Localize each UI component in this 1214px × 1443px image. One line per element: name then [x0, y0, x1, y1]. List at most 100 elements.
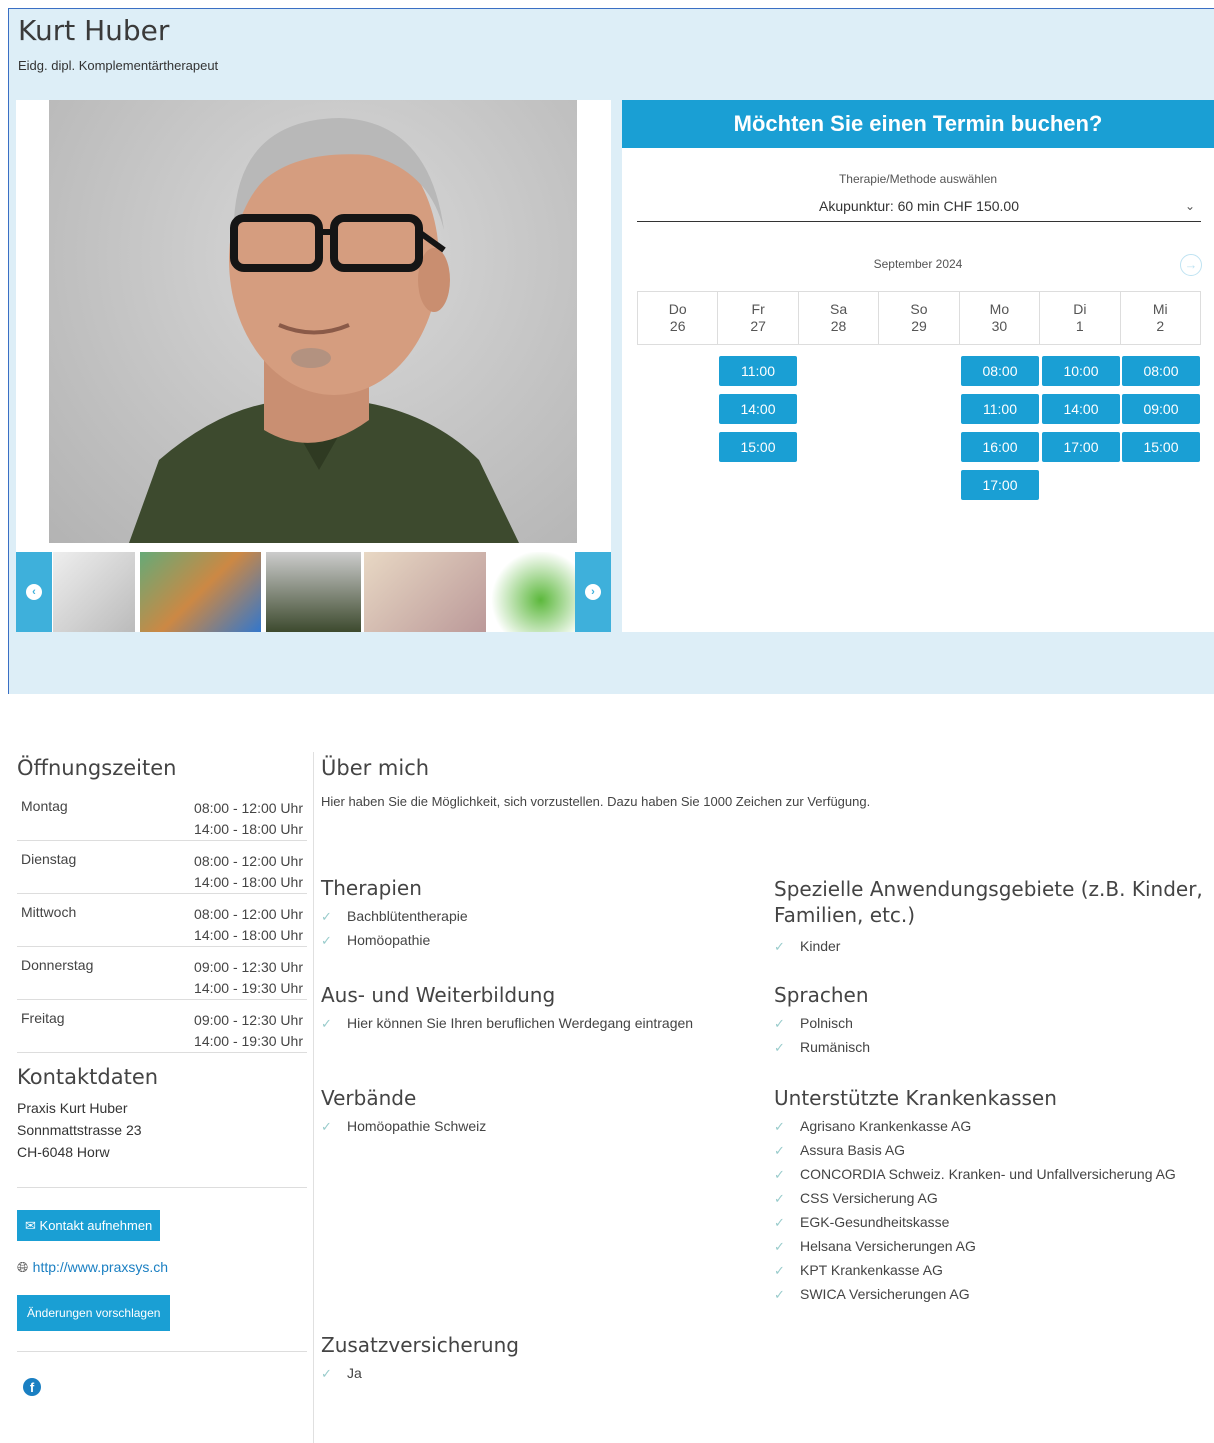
time-slot-button[interactable]: 11:00	[719, 356, 797, 386]
address-line: CH-6048 Horw	[17, 1144, 110, 1160]
opening-hours-title: Öffnungszeiten	[17, 756, 177, 780]
associations-section: Verbände ✓ Homöopathie Schweiz	[321, 1086, 761, 1138]
chevron-down-icon: ⌄	[1184, 199, 1195, 213]
list-item: ✓ Kinder	[774, 934, 1204, 958]
facebook-icon[interactable]: f	[23, 1378, 41, 1396]
about-text: Hier haben Sie die Möglichkeit, sich vor…	[321, 794, 871, 809]
list-item: ✓ SWICA Versicherungen AG	[774, 1282, 1204, 1306]
check-icon: ✓	[774, 1191, 785, 1206]
time-slot-button[interactable]: 15:00	[719, 432, 797, 462]
column-divider	[313, 752, 314, 1443]
address-line: Sonnmattstrasse 23	[17, 1122, 142, 1138]
next-month-button[interactable]: →	[1180, 254, 1202, 276]
time-slot-button[interactable]: 17:00	[961, 470, 1039, 500]
time-slot-button[interactable]: 08:00	[961, 356, 1039, 386]
languages-title: Sprachen	[774, 983, 869, 1007]
suggest-button-wrap: Änderungen vorschlagen	[17, 1295, 307, 1331]
thumbnail-collage[interactable]	[140, 552, 261, 632]
chevron-left-icon: ‹	[26, 584, 42, 600]
check-icon: ✓	[774, 1215, 785, 1230]
therapies-title: Therapien	[321, 876, 422, 900]
day-column-header: Do 26	[638, 292, 719, 344]
sidebar: Öffnungszeiten Montag 08:00 - 12:00 Uhr 1…	[17, 756, 307, 1396]
check-icon: ✓	[774, 1040, 785, 1055]
website-link[interactable]: http://www.praxsys.ch	[33, 1259, 168, 1275]
hours-time: 08:00 - 12:00 Uhr 14:00 - 18:00 Uhr	[194, 906, 303, 943]
therapy-select[interactable]: Akupunktur: 60 min CHF 150.00 ⌄	[637, 194, 1201, 222]
time-slot-button[interactable]: 09:00	[1122, 394, 1200, 424]
list-item: ✓ Agrisano Krankenkasse AG	[774, 1114, 1204, 1138]
gallery-next-button[interactable]: ›	[575, 552, 611, 632]
check-icon: ✓	[321, 1016, 332, 1031]
check-icon: ✓	[321, 1366, 332, 1381]
hours-time: 09:00 - 12:30 Uhr 14:00 - 19:30 Uhr	[194, 1012, 303, 1049]
globe-icon: 🌐︎	[17, 1259, 29, 1275]
list-item: ✓ EGK-Gesundheitskasse	[774, 1210, 1204, 1234]
list-item: ✓ Homöopathie Schweiz	[321, 1114, 761, 1138]
time-slot-button[interactable]: 17:00	[1042, 432, 1120, 462]
thumbnail-practice-room[interactable]	[364, 552, 486, 632]
contact-button-label: Kontakt aufnehmen	[39, 1218, 153, 1233]
suggest-changes-button[interactable]: Änderungen vorschlagen	[17, 1295, 171, 1331]
day-column-header: Di 1	[1040, 292, 1121, 344]
time-slot-button[interactable]: 08:00	[1122, 356, 1200, 386]
chevron-right-icon: ›	[585, 584, 601, 600]
about-title: Über mich	[321, 756, 430, 780]
check-icon: ✓	[321, 933, 332, 948]
check-icon: ✓	[774, 1167, 785, 1182]
thumbnail-portrait[interactable]	[266, 552, 361, 632]
languages-section: Sprachen ✓ Polnisch ✓ Rumänisch	[774, 983, 1204, 1059]
supplementary-insurance-section: Zusatzversicherung ✓ Ja	[321, 1333, 761, 1385]
hours-row: Mittwoch 08:00 - 12:00 Uhr 14:00 - 18:00 …	[17, 894, 307, 947]
hours-day: Donnerstag	[21, 957, 94, 973]
thumbnail-zen-stones[interactable]	[53, 552, 135, 632]
therapy-select-value: Akupunktur: 60 min CHF 150.00	[819, 198, 1019, 214]
check-icon: ✓	[321, 909, 332, 924]
check-icon: ✓	[774, 1119, 785, 1134]
main-portrait-photo	[49, 100, 577, 543]
gallery-prev-button[interactable]: ‹	[16, 552, 52, 632]
contact-address: Praxis Kurt Huber Sonnmattstrasse 23 CH-…	[17, 1097, 307, 1163]
list-item: ✓ Rumänisch	[774, 1035, 1204, 1059]
list-item: ✓ Homöopathie	[321, 928, 761, 952]
list-item: ✓ Ja	[321, 1361, 761, 1385]
day-column-header: Fr 27	[718, 292, 799, 344]
time-slot-button[interactable]: 16:00	[961, 432, 1039, 462]
address-line: Praxis Kurt Huber	[17, 1100, 128, 1116]
time-slot-button[interactable]: 14:00	[719, 394, 797, 424]
website-row: 🌐︎ http://www.praxsys.ch	[17, 1259, 307, 1277]
hours-day: Mittwoch	[21, 904, 77, 920]
check-icon: ✓	[774, 1287, 785, 1302]
list-item: ✓ Assura Basis AG	[774, 1138, 1204, 1162]
time-slot-button[interactable]: 14:00	[1042, 394, 1120, 424]
associations-title: Verbände	[321, 1086, 417, 1110]
day-column-header: So 29	[879, 292, 960, 344]
hours-row: Donnerstag 09:00 - 12:30 Uhr 14:00 - 19:3…	[17, 947, 307, 1000]
thumbnail-globules[interactable]	[489, 552, 575, 632]
hours-day: Montag	[21, 798, 68, 814]
list-item: ✓ CSS Versicherung AG	[774, 1186, 1204, 1210]
opening-hours-table: Montag 08:00 - 12:00 Uhr 14:00 - 18:00 Uh…	[17, 788, 307, 1053]
time-slot-button[interactable]: 11:00	[961, 394, 1039, 424]
time-slot-button[interactable]: 10:00	[1042, 356, 1120, 386]
booking-title: Möchten Sie einen Termin buchen?	[622, 100, 1214, 148]
therapist-subtitle: Eidg. dipl. Komplementärtherapeut	[18, 58, 219, 73]
therapist-name: Kurt Huber	[18, 14, 170, 47]
check-icon: ✓	[321, 1119, 332, 1134]
day-column-header: Sa 28	[799, 292, 880, 344]
therapy-select-label: Therapie/Methode auswählen	[838, 172, 998, 186]
divider	[17, 1351, 307, 1352]
insurers-section: Unterstützte Krankenkassen ✓ Agrisano Kra…	[774, 1086, 1204, 1306]
list-item: ✓ Helsana Versicherungen AG	[774, 1234, 1204, 1258]
check-icon: ✓	[774, 1143, 785, 1158]
mail-icon: ✉	[25, 1218, 36, 1233]
check-icon: ✓	[774, 939, 785, 954]
list-item: ✓ Bachblütentherapie	[321, 904, 761, 928]
calendar-day-header: Do 26 Fr 27 Sa 28 So 29 Mo 30 Di 1 Mi 2	[637, 291, 1201, 345]
contact-button[interactable]: ✉ Kontakt aufnehmen	[17, 1210, 161, 1241]
check-icon: ✓	[774, 1263, 785, 1278]
time-slot-button[interactable]: 15:00	[1122, 432, 1200, 462]
day-column-header: Mo 30	[960, 292, 1041, 344]
thumbnail-strip: ‹ ›	[16, 552, 611, 632]
education-title: Aus- und Weiterbildung	[321, 983, 556, 1007]
